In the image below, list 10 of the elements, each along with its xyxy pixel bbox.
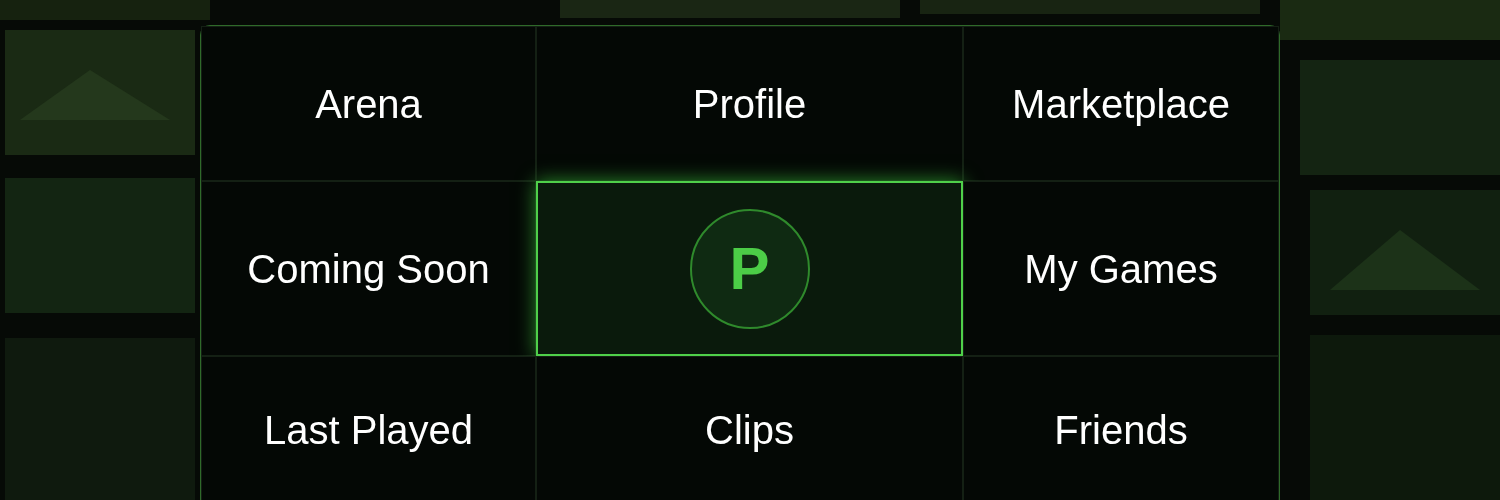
- menu-tile[interactable]: Clips: [536, 356, 963, 500]
- menu-tile[interactable]: Friends: [963, 356, 1279, 500]
- menu-tile[interactable]: Profile: [536, 26, 963, 181]
- menu-tile[interactable]: My Games: [963, 181, 1279, 356]
- menu-tile[interactable]: Last Played: [201, 356, 536, 500]
- menu-tile[interactable]: P: [536, 181, 963, 356]
- menu-tile[interactable]: Marketplace: [963, 26, 1279, 181]
- logo-badge: P: [689, 208, 810, 329]
- menu-tile[interactable]: Arena: [201, 26, 536, 181]
- menu-tile[interactable]: Coming Soon: [201, 181, 536, 356]
